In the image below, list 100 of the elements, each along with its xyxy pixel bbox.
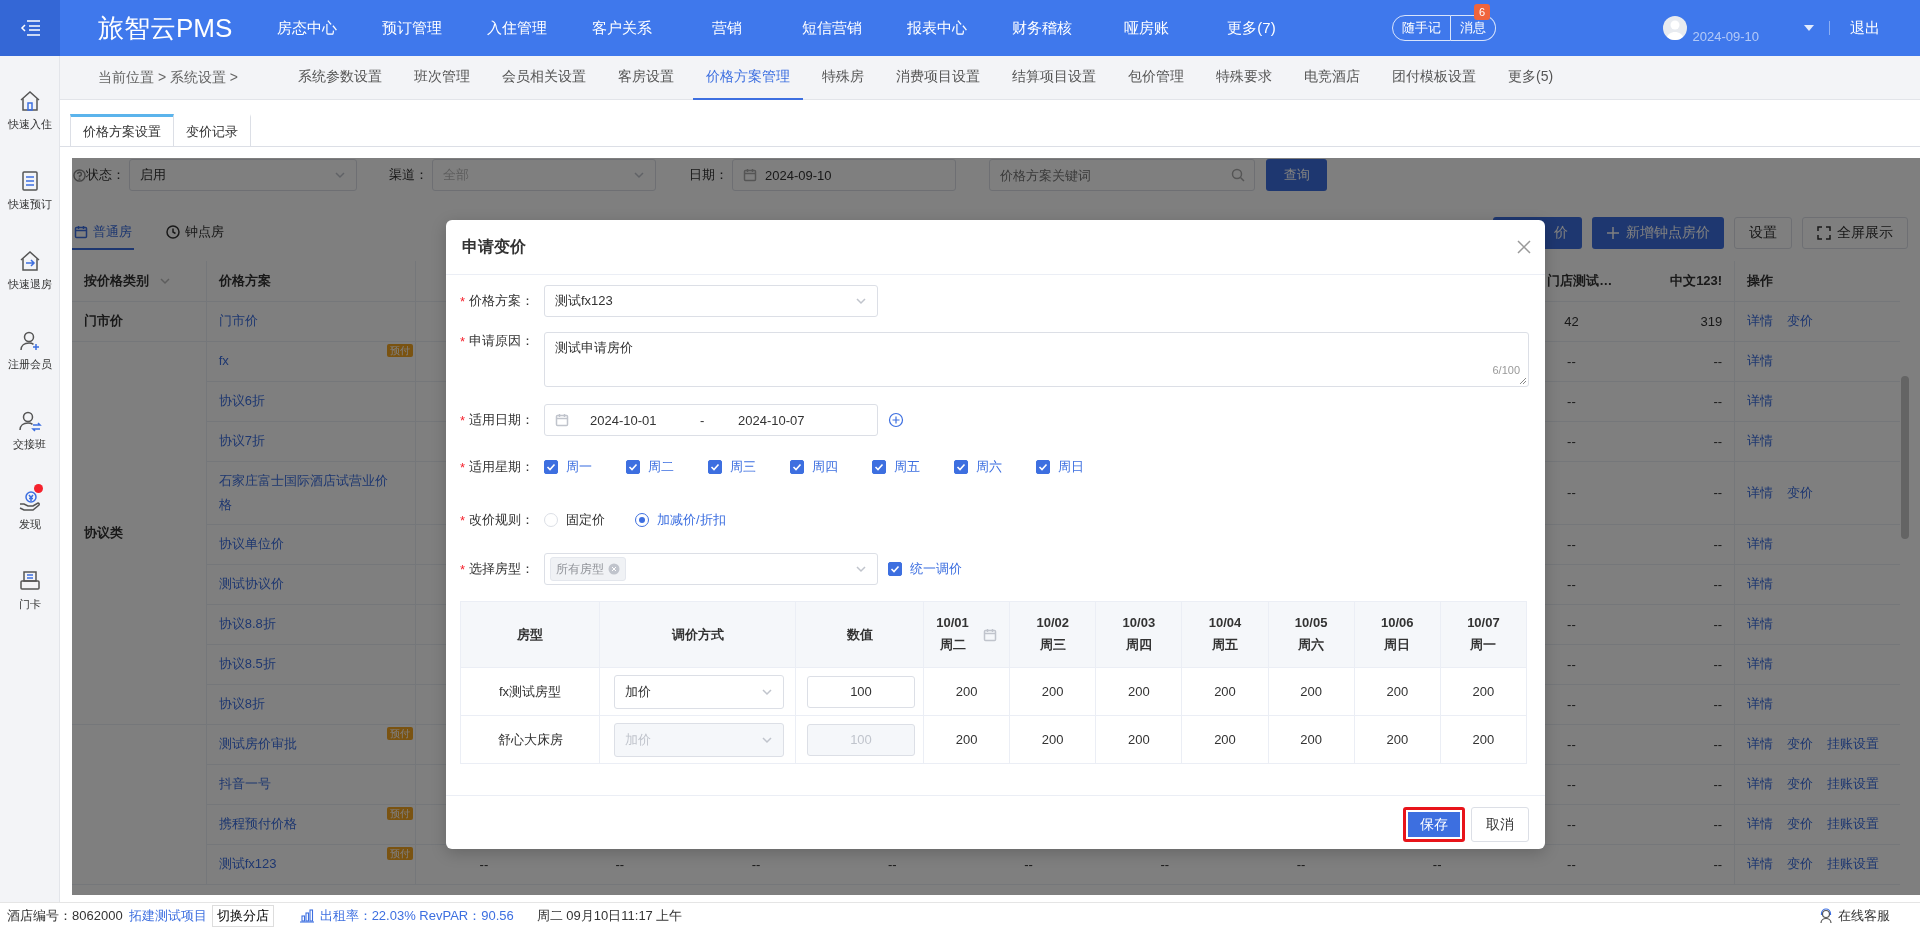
nav-item[interactable]: 短信营销 <box>779 18 884 38</box>
checkbox[interactable] <box>954 460 968 474</box>
settings-tab[interactable]: 客房设置 <box>605 56 687 100</box>
settings-button[interactable]: 设置 <box>1734 217 1792 249</box>
unified-adjust-checkbox[interactable]: 统一调价 <box>888 560 962 578</box>
action-link[interactable]: 详情 <box>1747 483 1774 502</box>
action-link[interactable]: 变价 <box>1787 775 1814 793</box>
nav-item[interactable]: 营销 <box>674 18 779 38</box>
add-hourly-price-button[interactable]: 新增钟点房价 <box>1592 217 1724 249</box>
settings-tab[interactable]: 班次管理 <box>401 56 483 100</box>
logout-link[interactable]: 退出 <box>1850 18 1880 38</box>
weekday-option[interactable]: 周六 <box>954 458 1036 476</box>
settings-tab[interactable]: 结算项目设置 <box>999 56 1109 100</box>
settings-tab[interactable]: 消费项目设置 <box>883 56 993 100</box>
settings-tab[interactable]: 特殊要求 <box>1203 56 1285 100</box>
weekday-option[interactable]: 周二 <box>626 458 708 476</box>
action-link[interactable]: 变价 <box>1787 735 1814 753</box>
nav-item[interactable]: 报表中心 <box>884 18 989 38</box>
action-link[interactable]: 详情 <box>1747 775 1774 793</box>
action-link[interactable]: 详情 <box>1747 735 1774 753</box>
action-link[interactable]: 详情 <box>1747 575 1774 593</box>
sidebar-item[interactable]: 快速入住 <box>7 116 52 132</box>
action-link[interactable]: 挂账设置 <box>1827 855 1880 873</box>
sidebar-item[interactable]: 发现 <box>18 516 41 532</box>
nav-item[interactable]: 财务稽核 <box>989 18 1094 38</box>
date-field[interactable]: 2024-09-10 <box>732 159 956 191</box>
collapse-button[interactable] <box>0 0 60 56</box>
price-plan-link[interactable]: fx <box>218 349 229 373</box>
rule-option[interactable]: 固定价 <box>544 511 605 529</box>
price-plan-link[interactable]: 门市价 <box>218 309 258 333</box>
room-type-tag[interactable]: 所有房型 <box>550 557 626 581</box>
sidebar-item[interactable]: 交接班 <box>13 436 46 452</box>
sidebar-item[interactable]: 快速退房 <box>7 276 52 292</box>
cancel-button[interactable]: 取消 <box>1471 807 1529 842</box>
price-plan-link[interactable]: 协议8折 <box>218 692 265 716</box>
action-link[interactable]: 变价 <box>1787 312 1814 330</box>
checkbox[interactable] <box>790 460 804 474</box>
action-link[interactable]: 挂账设置 <box>1827 735 1880 753</box>
checkbox[interactable] <box>888 562 902 576</box>
nav-item[interactable]: 房态中心 <box>254 18 359 38</box>
action-link[interactable]: 挂账设置 <box>1827 775 1880 793</box>
weekday-option[interactable]: 周日 <box>1036 458 1118 476</box>
settings-tab[interactable]: 会员相关设置 <box>489 56 599 100</box>
weekday-option[interactable]: 周三 <box>708 458 790 476</box>
action-link[interactable]: 变价 <box>1787 483 1814 502</box>
nav-item[interactable]: 更多(7) <box>1199 18 1304 38</box>
action-link[interactable]: 详情 <box>1747 855 1774 873</box>
weekday-option[interactable]: 周四 <box>790 458 872 476</box>
action-link[interactable]: 挂账设置 <box>1827 815 1880 833</box>
checkbox[interactable] <box>626 460 640 474</box>
room-type-select[interactable]: 所有房型 <box>544 553 878 585</box>
sidebar-item[interactable]: 注册会员 <box>7 356 52 372</box>
checkbox[interactable] <box>872 460 886 474</box>
settings-tab[interactable]: 电竞酒店 <box>1291 56 1373 100</box>
project-link[interactable]: 拓建测试项目 <box>128 907 207 925</box>
action-link[interactable]: 详情 <box>1747 535 1774 553</box>
radio-button[interactable] <box>635 513 649 527</box>
weekday-option[interactable]: 周五 <box>872 458 954 476</box>
nav-item[interactable]: 客户关系 <box>569 18 674 38</box>
price-plan-link[interactable]: 测试协议价 <box>218 572 284 596</box>
rule-option[interactable]: 加减价/折扣 <box>635 511 726 529</box>
settings-tab[interactable]: 系统参数设置 <box>285 56 395 100</box>
action-link[interactable]: 详情 <box>1747 695 1774 713</box>
action-link[interactable]: 详情 <box>1747 312 1774 330</box>
online-support-link[interactable]: 在线客服 <box>1838 907 1890 925</box>
price-plan-link[interactable]: 测试fx123 <box>218 852 277 876</box>
action-link[interactable]: 变价 <box>1787 815 1814 833</box>
amount-field[interactable]: 100 <box>807 675 915 708</box>
checkbox[interactable] <box>1036 460 1050 474</box>
reason-field[interactable]: 测试申请房价 6/100 <box>544 332 1529 387</box>
query-button[interactable]: 查询 <box>1266 159 1327 191</box>
nav-item[interactable]: 哑房账 <box>1094 18 1199 38</box>
price-plan-link[interactable]: 测试房价审批 <box>218 732 297 756</box>
settings-tab[interactable]: 特殊房 <box>809 56 877 100</box>
action-link[interactable]: 详情 <box>1747 352 1774 370</box>
action-link[interactable]: 详情 <box>1747 615 1774 633</box>
price-plan-link[interactable]: 协议8.8折 <box>218 612 276 636</box>
page-tab[interactable]: 变价记录 <box>173 114 251 146</box>
price-plan-link[interactable]: 携程预付价格 <box>218 812 297 836</box>
sidebar-item[interactable]: 快速预订 <box>7 196 52 212</box>
settings-tab[interactable]: 团付模板设置 <box>1379 56 1489 100</box>
avatar-icon[interactable] <box>1662 16 1687 40</box>
price-plan-link[interactable]: 协议单位价 <box>218 532 284 556</box>
nav-item[interactable]: 入住管理 <box>464 18 569 38</box>
action-link[interactable]: 变价 <box>1787 855 1814 873</box>
action-link[interactable]: 详情 <box>1747 432 1774 450</box>
date-range-field[interactable]: 2024-10-01 - 2024-10-07 <box>544 404 878 436</box>
status-select[interactable]: 启用 <box>129 159 357 191</box>
settings-tab[interactable]: 更多(5) <box>1495 56 1567 100</box>
price-plan-link[interactable]: 协议6折 <box>218 389 265 413</box>
fullscreen-button[interactable]: 全屏展示 <box>1802 217 1908 249</box>
action-link[interactable]: 详情 <box>1747 392 1774 410</box>
weekday-option[interactable]: 周一 <box>544 458 626 476</box>
settings-tab[interactable]: 包价管理 <box>1115 56 1197 100</box>
price-plan-link[interactable]: 协议8.5折 <box>218 652 276 676</box>
action-link[interactable]: 详情 <box>1747 815 1774 833</box>
nav-item[interactable]: 预订管理 <box>359 18 464 38</box>
adjust-method-select[interactable]: 加价 <box>614 674 784 709</box>
save-button[interactable]: 保存 <box>1403 807 1465 842</box>
price-plan-link[interactable]: 协议7折 <box>218 429 265 453</box>
